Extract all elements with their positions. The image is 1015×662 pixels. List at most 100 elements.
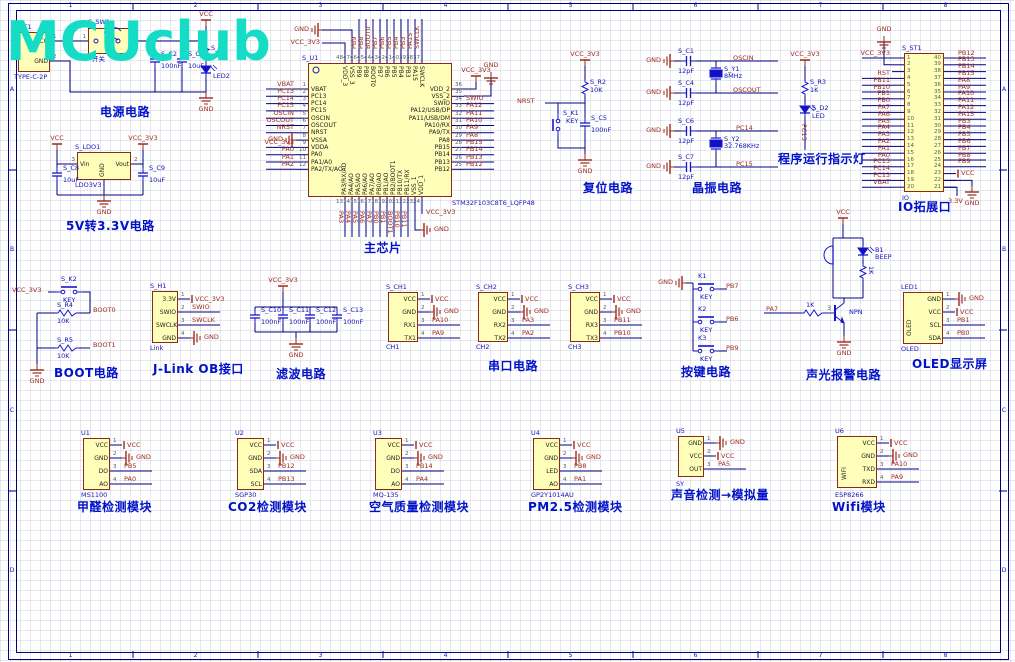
circuit-title[interactable]: 程序运行指示灯 [778, 153, 866, 165]
pin-number[interactable]: 27 [455, 147, 462, 154]
value[interactable]: 8MHz [724, 73, 742, 80]
pin-name[interactable]: VDD_1 [418, 151, 425, 195]
pin-name[interactable]: PC15 [311, 107, 326, 114]
pin-number[interactable]: 1 [113, 438, 117, 445]
net-label-OSCIN[interactable]: OSCIN [733, 55, 754, 62]
value[interactable]: 12pF [678, 174, 694, 181]
pin-number[interactable]: 4 [946, 331, 950, 338]
pin-number[interactable]: 3 [511, 318, 515, 325]
circuit-title[interactable]: 晶振电路 [692, 182, 742, 194]
ref-des[interactable]: S_R2 [590, 79, 606, 86]
pin-name[interactable]: PB6 [383, 66, 390, 108]
net-label-PB1[interactable]: PB1 [957, 316, 970, 324]
net-label-PA5[interactable]: PA5 [351, 211, 359, 241]
power-port-gnd[interactable]: GND [903, 452, 918, 459]
pin-name[interactable]: VDD_3 [341, 66, 348, 108]
pin-name[interactable]: SWCLK [156, 322, 177, 329]
net-label-SWCLK[interactable]: SWCLK [192, 316, 215, 324]
resistor[interactable] [801, 309, 825, 317]
pin-name[interactable]: AO [537, 481, 558, 488]
circuit-title[interactable]: 滤波电路 [276, 368, 326, 380]
net-label-PA6[interactable]: PA6 [358, 211, 366, 241]
power-port-gnd[interactable]: GND [864, 26, 904, 33]
pin-name[interactable]: 3.3V [156, 296, 176, 303]
value[interactable]: KEY [63, 297, 75, 304]
pin-name[interactable]: VCC [682, 453, 702, 460]
net-label-PB10[interactable]: PB10 [614, 329, 631, 337]
pin-name[interactable]: BOOT0 [369, 66, 376, 108]
net-label-PB5[interactable]: PB5 [124, 462, 137, 470]
resistor[interactable] [55, 309, 79, 317]
power-port-gnd[interactable]: GND [276, 352, 316, 359]
pin-name[interactable]: PA5/AO [355, 151, 362, 195]
pin-number[interactable]: 3 [880, 462, 884, 469]
value[interactable]: 10K [590, 87, 603, 94]
pin-name[interactable]: RX1 [392, 322, 416, 329]
circuit-title[interactable]: 声光报警电路 [806, 369, 881, 381]
pin-number[interactable]: 4 [405, 477, 409, 484]
pin-number[interactable]: 4 [603, 331, 607, 338]
value[interactable]: 10K [57, 353, 70, 360]
pin-number[interactable]: 4 [511, 331, 515, 338]
pin-number[interactable]: 4 [181, 331, 185, 338]
pin-number[interactable]: 10 [292, 147, 306, 154]
key-icon[interactable] [709, 319, 715, 325]
part-name[interactable]: OLED [901, 346, 919, 353]
pin-name[interactable]: TX2 [482, 335, 506, 342]
key-icon[interactable] [555, 118, 561, 124]
pin-number[interactable]: 20 [907, 184, 914, 191]
pin-number[interactable]: 1 [880, 436, 884, 443]
pin-number[interactable]: 3 [421, 318, 425, 325]
power-port-gnd[interactable]: GND [204, 334, 219, 341]
ref-des[interactable]: S_C11 [289, 307, 309, 314]
part-name[interactable]: ESP8266 [835, 492, 864, 499]
value[interactable]: LED2 [213, 73, 230, 80]
net-label-PA9[interactable]: PA9 [432, 329, 444, 337]
pin-number[interactable]: 5 [292, 111, 307, 118]
circuit-title[interactable]: OLED显示屏 [912, 358, 988, 370]
power-port-vcc_3v3[interactable]: VCC_3V3 [113, 135, 173, 142]
pin-number[interactable]: 2 [511, 305, 515, 312]
pin-number[interactable]: 3 [563, 464, 567, 471]
power-port-gnd[interactable]: GND [186, 106, 226, 113]
pin-name[interactable]: RX3 [574, 322, 598, 329]
pin-name[interactable]: DO [379, 468, 400, 475]
pin-number[interactable]: 4 [563, 477, 567, 484]
power-port-gnd[interactable]: GND [565, 168, 605, 175]
pin-number[interactable]: 31 [455, 118, 462, 125]
pin-name[interactable]: PB10/TX [397, 151, 404, 195]
pin-number[interactable]: 37 [410, 55, 420, 62]
circuit-title[interactable]: IO拓展口 [898, 201, 951, 213]
pin-number[interactable]: 3 [61, 157, 76, 164]
pin-name[interactable]: PB2/BOOT1 [390, 151, 397, 195]
pin-name[interactable]: SDA [907, 335, 941, 342]
pin-name[interactable]: GND [241, 455, 262, 462]
ref-des[interactable]: S_C9 [149, 165, 165, 172]
pin-name[interactable]: PA11/USB/DM [390, 115, 450, 122]
net-label-VCC[interactable]: VCC [960, 308, 974, 316]
key-icon[interactable] [697, 286, 703, 292]
net-label-BOOT1[interactable]: BOOT1 [93, 342, 116, 349]
pin-name[interactable]: GND [87, 455, 108, 462]
power-port-vcc_3v3[interactable]: VCC_3V3 [775, 51, 835, 58]
ref-des[interactable]: S_C6 [678, 118, 694, 125]
led-icon[interactable] [857, 247, 869, 256]
ref-des[interactable]: S_C8 [63, 165, 79, 172]
net-label-PA2[interactable]: PA2 [522, 329, 534, 337]
pin-name[interactable]: SWCLK [418, 66, 425, 108]
part-name[interactable]: SGP30 [235, 492, 256, 499]
ref-des[interactable]: S_C13 [343, 307, 363, 314]
circuit-title[interactable]: 按键电路 [681, 366, 731, 378]
value[interactable]: 12pF [678, 138, 694, 145]
value[interactable]: KEY [700, 356, 712, 363]
pin-name[interactable]: VCC [841, 440, 875, 447]
net-label-PC13[interactable]: PC13 [800, 124, 808, 152]
pin-name[interactable]: TXD [841, 466, 875, 473]
ref-des[interactable]: S_C7 [678, 154, 694, 161]
pin-number[interactable]: 32 [455, 111, 462, 118]
pin-number[interactable]: 3 [292, 96, 307, 103]
net-label-PB0[interactable]: PB0 [372, 211, 380, 241]
pin-name[interactable]: GND [156, 335, 176, 342]
buzzer[interactable] [823, 245, 834, 265]
pin-name[interactable]: OUT [682, 466, 702, 473]
